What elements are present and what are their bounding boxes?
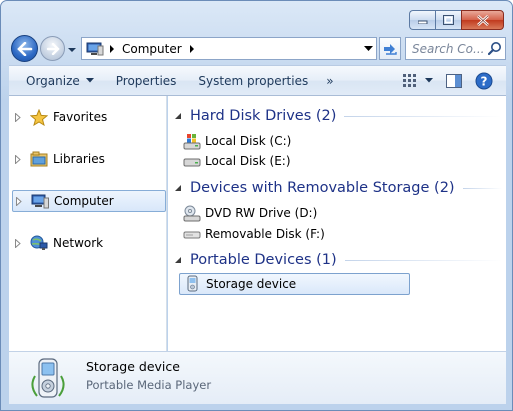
item-label: Local Disk (E:) [205,154,291,168]
toolbar-right: ? [397,66,506,95]
organize-button[interactable]: Organize [9,66,103,95]
close-icon [476,14,489,26]
group-header-portable-devices[interactable]: Portable Devices (1) [172,249,502,271]
collapse-arrow-icon[interactable] [174,112,184,120]
drive-local-disk-e[interactable]: Local Disk (E:) [182,151,291,171]
expand-arrow-icon[interactable] [15,238,29,248]
details-pane: Storage device Portable Media Player [9,351,506,404]
libraries-icon [29,150,49,168]
maximize-button[interactable] [435,10,461,30]
device-storage-device[interactable]: Storage device [179,273,410,295]
forward-button[interactable] [40,36,65,61]
drive-dvd-rw-d[interactable]: DVD RW Drive (D:) [182,203,317,223]
dvd-drive-icon [182,204,202,222]
group-divider [344,259,502,261]
system-properties-button[interactable]: System properties [189,66,317,95]
chevron-down-icon [85,78,94,83]
expand-arrow-icon[interactable] [15,112,29,122]
system-drive-icon [182,132,202,150]
expand-arrow-icon[interactable] [15,154,29,164]
properties-button[interactable]: Properties [107,66,186,95]
search-input[interactable]: Search Co... [412,42,486,56]
expand-arrow-icon[interactable] [16,196,30,206]
group-divider [344,115,502,117]
refresh-icon [384,43,397,55]
search-box[interactable]: Search Co... [405,37,506,60]
view-grid-icon [403,73,416,87]
group-header-hard-disk-drives[interactable]: Hard Disk Drives (2) [172,105,502,127]
change-view-button[interactable] [400,70,436,92]
network-icon [29,234,49,252]
sidebar-item-label: Favorites [53,110,108,124]
portable-device-icon [183,275,203,293]
item-label: Removable Disk (F:) [205,227,325,241]
group-title: Devices with Removable Storage (2) [190,180,455,196]
chevron-down-icon [425,78,433,83]
removable-disk-icon [182,225,202,243]
sidebar-item-label: Libraries [53,152,105,166]
help-icon: ? [475,72,493,89]
explorer-window: Computer Search Co... Organize Propertie… [0,0,513,411]
navigation-pane: Favorites Libraries Computer Network [9,96,167,351]
svg-text:?: ? [481,74,488,88]
address-crumb-arrow-icon[interactable] [186,44,198,53]
sidebar-item-computer[interactable]: Computer [12,190,166,212]
navigation-bar: Computer Search Co... [9,34,506,62]
star-icon [29,108,49,126]
computer-icon [86,40,106,58]
sidebar-item-label: Computer [54,194,114,208]
item-label: Local Disk (C:) [205,134,292,148]
sidebar-item-favorites[interactable]: Favorites [9,106,165,128]
more-commands-button[interactable]: » [317,66,342,95]
preview-pane-icon [446,73,462,88]
organize-label: Organize [26,73,80,88]
group-title: Hard Disk Drives (2) [190,108,337,124]
back-button[interactable] [11,35,38,62]
item-label: Storage device [206,277,297,291]
group-header-removable-storage[interactable]: Devices with Removable Storage (2) [172,177,502,199]
close-button[interactable] [461,10,504,30]
details-item-type: Portable Media Player [86,378,212,392]
recent-pages-button[interactable] [67,44,77,54]
back-arrow-icon [16,41,32,56]
preview-pane-button[interactable] [442,70,466,92]
forward-arrow-icon [46,42,60,55]
sidebar-item-libraries[interactable]: Libraries [9,148,165,170]
address-dropdown-button[interactable] [360,38,376,59]
chevron-down-icon [363,45,373,51]
minimize-button[interactable] [409,10,435,30]
file-list: Hard Disk Drives (2) Local Disk (C:) Loc… [168,96,506,351]
command-bar: Organize Properties System properties » … [9,65,506,96]
maximize-icon [443,15,454,25]
computer-icon [30,192,50,210]
portable-media-player-icon [31,358,65,398]
collapse-arrow-icon[interactable] [174,184,184,192]
drive-local-disk-c[interactable]: Local Disk (C:) [182,131,291,151]
collapse-arrow-icon[interactable] [174,256,184,264]
group-title: Portable Devices (1) [190,252,337,268]
chevron-down-icon [68,48,76,52]
caption-buttons [409,10,504,30]
help-button[interactable]: ? [472,70,496,92]
address-location[interactable]: Computer [122,42,182,56]
refresh-button[interactable] [379,37,401,60]
item-label: DVD RW Drive (D:) [205,206,318,220]
group-divider [462,187,502,189]
minimize-icon [417,20,427,24]
sidebar-item-network[interactable]: Network [9,232,165,254]
drive-removable-disk-f[interactable]: Removable Disk (F:) [182,224,325,244]
address-separator-icon[interactable] [106,44,118,53]
hard-drive-icon [182,152,202,170]
sidebar-item-label: Network [53,236,104,250]
search-icon[interactable] [487,41,502,59]
address-bar[interactable]: Computer [81,37,377,60]
details-item-name: Storage device [86,359,180,374]
